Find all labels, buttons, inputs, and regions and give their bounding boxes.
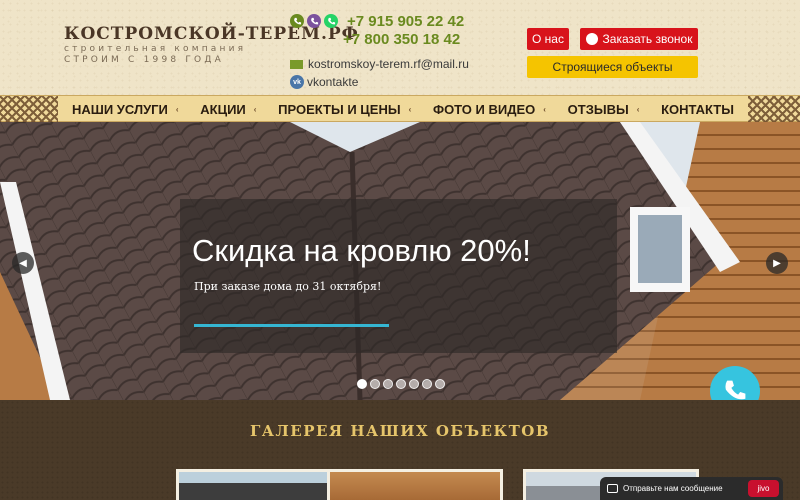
nav-items: НАШИ УСЛУГИ ‹ АКЦИИ ‹ ПРОЕКТЫ И ЦЕНЫ ‹ ФОТО…	[58, 96, 748, 123]
chevron-icon: ‹	[175, 105, 179, 114]
nav-ornament-right	[748, 96, 800, 123]
slider-dot[interactable]	[422, 379, 432, 389]
chevron-left-icon: ◀	[19, 257, 27, 269]
nav-ornament-left	[0, 96, 58, 123]
gallery-title: ГАЛЕРЕЯ НАШИХ ОБЪЕКТОВ	[249, 422, 551, 440]
order-call-button[interactable]: Заказать звонок	[580, 28, 698, 50]
chevron-icon: ‹	[408, 105, 412, 114]
mail-icon	[290, 59, 303, 69]
slider-dots	[357, 379, 445, 389]
nav-item-services[interactable]: НАШИ УСЛУГИ ‹	[64, 102, 187, 117]
slider-dot[interactable]	[370, 379, 380, 389]
nav-item-media[interactable]: ФОТО И ВИДЕО ‹	[425, 102, 554, 117]
chevron-icon: ‹	[253, 105, 257, 114]
chat-label: Отправьте нам сообщение	[623, 484, 723, 493]
about-button[interactable]: О нас	[527, 28, 569, 50]
hero-caption: Скидка на кровлю 20%! При заказе дома до…	[180, 199, 617, 353]
viber-icon[interactable]	[307, 14, 321, 28]
chevron-icon: ‹	[543, 105, 546, 114]
slider-dot[interactable]	[383, 379, 393, 389]
phone-number-1[interactable]: +7 915 905 22 42	[347, 13, 464, 30]
gallery-thumbnail[interactable]	[176, 469, 352, 500]
hero-slider: Скидка на кровлю 20%! При заказе дома до…	[0, 122, 800, 400]
phone-number-2[interactable]: +7 800 350 18 42	[343, 31, 460, 48]
slider-dot[interactable]	[396, 379, 406, 389]
slider-dot[interactable]	[409, 379, 419, 389]
slider-dot[interactable]	[357, 379, 367, 389]
hero-subtitle: При заказе дома до 31 октября!	[194, 280, 382, 293]
order-call-label: Заказать звонок	[602, 32, 693, 46]
nav-item-projects[interactable]: ПРОЕКТЫ И ЦЕНЫ ‹	[270, 102, 419, 117]
chevron-right-icon: ▶	[773, 257, 781, 269]
gallery-thumbnail[interactable]	[327, 469, 503, 500]
main-nav: НАШИ УСЛУГИ ‹ АКЦИИ ‹ ПРОЕКТЫ И ЦЕНЫ ‹ ФОТО…	[0, 95, 800, 123]
slider-prev-button[interactable]: ◀	[12, 252, 34, 274]
nav-item-contacts[interactable]: КОНТАКТЫ	[653, 102, 742, 117]
chat-widget[interactable]: Отправьте нам сообщение jivo	[600, 477, 783, 500]
hero-underline	[194, 324, 389, 327]
nav-label: ФОТО И ВИДЕО	[432, 102, 536, 117]
nav-label: АКЦИИ	[200, 102, 246, 117]
objects-button[interactable]: Строящиеся объекты	[527, 56, 698, 78]
chat-icon	[607, 484, 618, 493]
headset-icon	[585, 33, 598, 45]
nav-label: КОНТАКТЫ	[661, 102, 734, 117]
hero-title: Скидка на кровлю 20%!	[192, 233, 531, 268]
phone-icon	[290, 14, 304, 28]
chevron-icon: ‹	[636, 105, 640, 114]
vk-link[interactable]: vkontakte	[307, 75, 358, 89]
whatsapp-icon[interactable]	[324, 14, 338, 28]
nav-label: НАШИ УСЛУГИ	[72, 102, 168, 117]
nav-label: ОТЗЫВЫ	[567, 102, 629, 117]
header-contacts: +7 915 905 22 42 +7 800 350 18 42 kostro…	[290, 12, 469, 89]
nav-item-reviews[interactable]: ОТЗЫВЫ ‹	[560, 102, 648, 117]
site-header: КОСТРОМСКОЙ-ТЕРЕМ.РФ строительная компан…	[0, 0, 800, 95]
nav-label: ПРОЕКТЫ И ЦЕНЫ	[278, 102, 401, 117]
nav-item-promotions[interactable]: АКЦИИ ‹	[192, 102, 264, 117]
slider-next-button[interactable]: ▶	[766, 252, 788, 274]
vk-icon: vk	[290, 75, 304, 89]
email-link[interactable]: kostromskoy-terem.rf@mail.ru	[308, 57, 469, 71]
jivo-logo: jivo	[748, 480, 779, 497]
slider-dot[interactable]	[435, 379, 445, 389]
